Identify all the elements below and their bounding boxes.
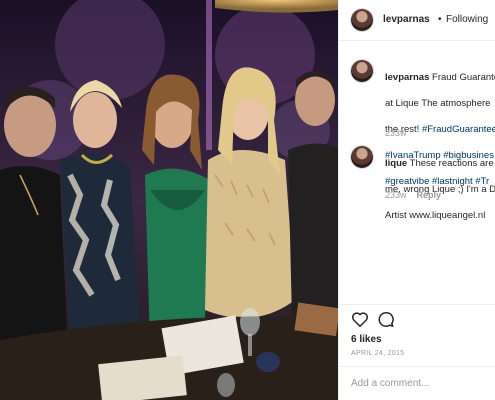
add-comment-box[interactable]: Add a comment... xyxy=(339,366,495,400)
comment-bubble-icon[interactable] xyxy=(377,311,395,333)
caption-avatar[interactable] xyxy=(351,60,373,82)
reply-username[interactable]: lique xyxy=(385,158,407,169)
post-username[interactable]: levparnas xyxy=(383,14,430,25)
caption-comment: levparnas Fraud Guarante at Lique The at… xyxy=(351,58,495,187)
reply-avatar[interactable] xyxy=(351,146,373,168)
avatar[interactable] xyxy=(351,9,373,31)
caption-username[interactable]: levparnas xyxy=(385,72,429,83)
photo-illustration xyxy=(0,0,338,400)
likes-count[interactable]: 6 likes xyxy=(351,334,382,345)
caption-line-1: Fraud Guarante xyxy=(432,72,495,83)
reply-line-3: Artist www.liqueangel.nl xyxy=(385,210,486,221)
caption-age: 233w xyxy=(385,128,407,138)
post-sidebar: levparnas • Following levparnas Fraud Gu… xyxy=(338,0,495,400)
post-date: APRIL 24, 2015 xyxy=(351,350,405,357)
post-photo[interactable] xyxy=(0,0,338,400)
reply-line-1: These reactions are xyxy=(409,158,494,169)
caption-line-2: at Lique The atmosphere xyxy=(385,98,491,109)
hashtag-link[interactable]: #FraudGuaranteed xyxy=(422,124,495,135)
reply-age: 233w xyxy=(385,190,407,200)
header-separator: • xyxy=(438,14,442,25)
add-comment-input[interactable]: Add a comment... xyxy=(351,378,429,389)
heart-icon[interactable] xyxy=(351,311,369,333)
reply-meta: 233w Reply xyxy=(385,190,441,200)
reply-button[interactable]: Reply xyxy=(417,190,442,200)
reply-comment: lique These reactions are me, wrong Liqu… xyxy=(351,144,495,221)
post-header: levparnas • Following xyxy=(339,0,495,41)
following-status[interactable]: Following xyxy=(446,14,488,25)
action-bar xyxy=(339,304,495,327)
